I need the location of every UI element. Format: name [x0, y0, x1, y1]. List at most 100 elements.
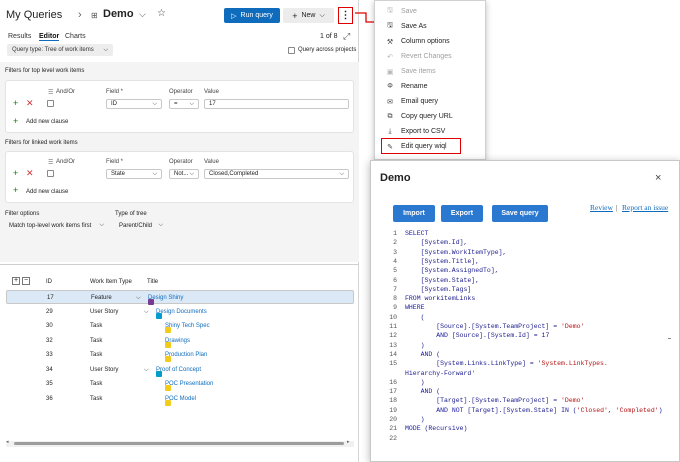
- review-link[interactable]: Review: [590, 203, 613, 212]
- scroll-left-icon[interactable]: ◂: [6, 439, 9, 445]
- line-number: 21: [389, 425, 397, 433]
- col-work-item-type[interactable]: Work Item Type: [90, 279, 132, 285]
- and-or-checkbox[interactable]: [47, 170, 54, 177]
- row-title-link[interactable]: Design Documents: [156, 309, 207, 319]
- row-type: User Story: [90, 308, 119, 315]
- delete-row-icon[interactable]: ✕: [26, 168, 34, 179]
- table-row[interactable]: 33 Task Production Plan: [6, 348, 354, 362]
- row-title-link[interactable]: Design Shiny: [148, 295, 183, 305]
- menu-item-save[interactable]: 🖫 Save: [375, 4, 487, 19]
- value-input[interactable]: 17: [204, 99, 349, 109]
- add-row-icon[interactable]: +: [13, 98, 18, 108]
- table-row[interactable]: 30 Task Shiny Tech Spec: [6, 319, 354, 333]
- and-or-checkbox[interactable]: [47, 100, 54, 107]
- menu-item-save-items[interactable]: ▣ Save items: [375, 64, 487, 79]
- menu-item-copy-query-url[interactable]: ⧉ Copy query URL: [375, 109, 487, 124]
- line-number: 9: [393, 304, 397, 312]
- row-type: Task: [90, 352, 103, 358]
- menu-item-column-options[interactable]: ⚒ Column options: [375, 34, 487, 49]
- code-line: ): [405, 341, 425, 349]
- row-title-link[interactable]: Proof of Concept: [156, 367, 201, 377]
- col-id[interactable]: ID: [46, 279, 52, 285]
- favorite-star-icon[interactable]: ☆: [157, 8, 166, 19]
- collapse-all-icon[interactable]: −: [22, 277, 30, 285]
- table-row[interactable]: 35 Task POC Presentation: [6, 377, 354, 391]
- splitter[interactable]: [0, 264, 359, 265]
- tab-charts[interactable]: Charts: [65, 33, 86, 40]
- col-and-or: And/Or: [56, 89, 76, 95]
- add-clause-icon[interactable]: +: [13, 116, 18, 126]
- save-query-button[interactable]: Save query: [492, 205, 548, 222]
- chevron-down-icon[interactable]: ⌵: [136, 295, 141, 302]
- chevron-down-icon: ⌵: [319, 11, 325, 19]
- add-new-clause[interactable]: Add new clause: [26, 119, 68, 125]
- col-operator: Operator: [169, 89, 193, 95]
- linked-filters-card: ☰ And/Or Field * Operator Value + ✕ Stat…: [5, 151, 354, 203]
- row-title-link[interactable]: POC Presentation: [165, 381, 213, 391]
- save-as-icon: 🖫: [387, 22, 393, 29]
- more-actions-button[interactable]: ⋮: [338, 7, 353, 24]
- row-title-link[interactable]: POC Model: [165, 396, 196, 406]
- expand-all-icon[interactable]: +: [12, 277, 20, 285]
- delete-row-icon[interactable]: ✕: [26, 98, 34, 109]
- field-select[interactable]: State ⌵: [106, 169, 162, 179]
- query-across-projects-checkbox[interactable]: [288, 47, 295, 54]
- breadcrumb-my-queries[interactable]: My Queries: [6, 9, 62, 21]
- menu-item-label: Save items: [401, 68, 436, 75]
- scroll-right-icon[interactable]: ▸: [347, 439, 350, 445]
- table-row[interactable]: 34 User Story ⌵ Proof of Concept: [6, 363, 354, 377]
- expand-icon[interactable]: ⤢: [343, 31, 350, 42]
- menu-item-email-query[interactable]: ✉ Email query: [375, 94, 487, 109]
- operator-select[interactable]: = ⌵: [169, 99, 199, 109]
- code-line: FROM workitemLinks: [405, 295, 476, 303]
- andor-icon: ☰: [48, 160, 54, 166]
- menu-item-label: Export to CSV: [401, 128, 446, 135]
- tab-results[interactable]: Results: [8, 33, 31, 40]
- add-row-icon[interactable]: +: [13, 168, 18, 178]
- row-title-link[interactable]: Production Plan: [165, 352, 207, 362]
- chevron-down-icon: ⌵: [189, 100, 194, 107]
- menu-item-export-to-csv[interactable]: ⤓ Export to CSV: [375, 124, 487, 139]
- line-number: 2: [393, 239, 397, 247]
- add-new-clause[interactable]: Add new clause: [26, 189, 68, 195]
- wiql-code-editor[interactable]: 1 SELECT 2 [System.Id], 3 [System.WorkItemT…: [383, 230, 673, 454]
- line-number: 18: [389, 397, 397, 405]
- close-icon[interactable]: ×: [655, 172, 661, 184]
- horizontal-scrollbar[interactable]: ◂ ▸: [6, 439, 354, 447]
- new-button[interactable]: + New ⌵: [283, 8, 334, 23]
- scrollbar-thumb[interactable]: [14, 442, 344, 445]
- line-number: 22: [389, 434, 397, 442]
- chevron-down-icon[interactable]: ⌵: [144, 367, 149, 374]
- col-title[interactable]: Title: [147, 279, 158, 285]
- menu-item-revert-changes[interactable]: ↶ Revert Changes: [375, 49, 487, 64]
- table-row[interactable]: 32 Task Drawings: [6, 334, 354, 348]
- row-title-link[interactable]: Drawings: [165, 338, 190, 348]
- menu-item-save-as[interactable]: 🖫 Save As: [375, 19, 487, 34]
- row-type: Task: [90, 337, 103, 344]
- row-id: 35: [46, 381, 53, 387]
- code-line: [System.Tags]: [405, 285, 472, 293]
- chevron-down-icon: ⌵: [99, 222, 104, 228]
- report-issue-link[interactable]: Report an issue: [622, 203, 668, 212]
- line-number: 4: [393, 257, 397, 265]
- chevron-down-icon[interactable]: ⌵: [139, 9, 146, 20]
- export-button[interactable]: Export: [441, 205, 483, 222]
- table-row[interactable]: 17 Feature ⌵ Design Shiny: [6, 290, 354, 305]
- field-select[interactable]: ID ⌵: [106, 99, 162, 109]
- value-select[interactable]: Closed,Completed ⌵: [204, 169, 349, 179]
- row-title-link[interactable]: Shiny Tech Spec: [165, 323, 210, 333]
- filter-options-dropdown[interactable]: Match top-level work items first ⌵: [5, 220, 108, 231]
- chevron-down-icon[interactable]: ⌵: [144, 309, 149, 316]
- add-clause-icon[interactable]: +: [13, 185, 18, 195]
- tree-type-dropdown[interactable]: Parent/Child ⌵: [115, 220, 167, 231]
- query-header: My Queries › ⊞ Demo ⌵ ☆ ▷ Run query + New ⌵…: [0, 0, 359, 30]
- table-row[interactable]: 29 User Story ⌵ Design Documents: [6, 305, 354, 319]
- import-button[interactable]: Import: [393, 205, 435, 222]
- operator-select[interactable]: Not... ⌵: [169, 169, 199, 179]
- tab-editor[interactable]: Editor: [39, 33, 60, 41]
- run-query-button[interactable]: ▷ Run query: [224, 8, 280, 23]
- query-type-dropdown[interactable]: Query type: Tree of work items ⌵: [7, 44, 113, 56]
- table-row[interactable]: 36 Task POC Model: [6, 392, 354, 406]
- menu-item-rename[interactable]: Φ Rename: [375, 79, 487, 94]
- story-icon: [156, 312, 162, 319]
